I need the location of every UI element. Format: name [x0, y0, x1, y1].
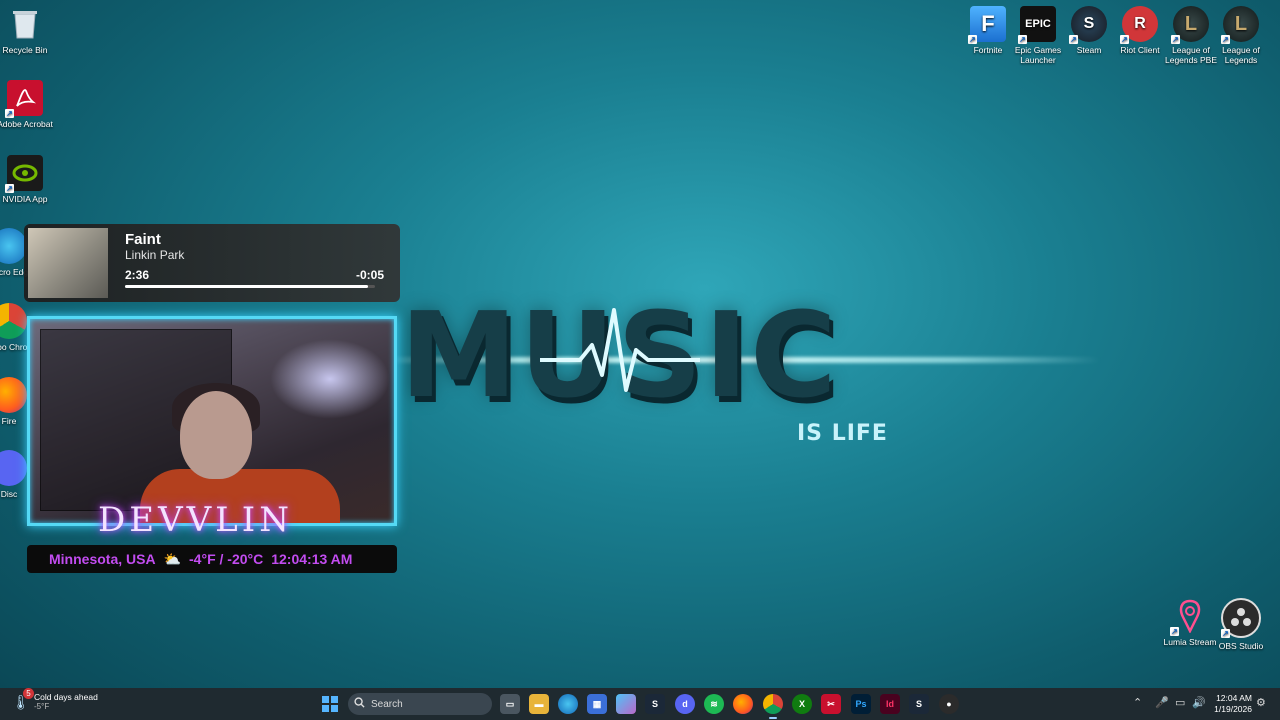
microphone-icon[interactable]: 🎤	[1155, 696, 1169, 709]
discord-icon	[0, 450, 27, 486]
shortcut-arrow-icon: ↗	[5, 109, 14, 118]
time-text: 12:04:13 AM	[271, 551, 353, 567]
firefox-icon	[0, 377, 27, 413]
temperature-text: -4°F / -20°C	[189, 551, 264, 567]
league-icon: L ↗	[1221, 6, 1259, 44]
stream-info-bar: Minnesota, USA ⛅ -4°F / -20°C 12:04:13 A…	[27, 545, 397, 573]
shortcut-arrow-icon: ↗	[1221, 629, 1230, 638]
webcam-feed	[27, 316, 397, 526]
notification-badge: 5	[23, 688, 34, 699]
streamer-name: DEVVLIN	[98, 500, 293, 540]
file-explorer-icon[interactable]: ▬	[529, 694, 549, 714]
volume-icon[interactable]: 🔊	[1192, 696, 1206, 709]
discord-taskbar-icon[interactable]: d	[675, 694, 695, 714]
taskbar: 🌡 5 Cold days ahead -5°F Search ▭ ▬ ▦ S d…	[0, 688, 1280, 720]
shortcut-arrow-icon: ↗	[5, 184, 14, 193]
clock-time: 12:04 AM	[1216, 693, 1252, 703]
search-placeholder: Search	[371, 698, 403, 710]
edge-taskbar-icon[interactable]	[558, 694, 578, 714]
desktop-icon-label: Recycle Bin	[2, 45, 48, 55]
now-playing-widget[interactable]: Faint Linkin Park 2:36 -0:05	[24, 224, 400, 302]
task-view-icon[interactable]: ▭	[500, 694, 520, 714]
epic-games-icon: EPIC ↗	[1018, 6, 1056, 44]
desktop-icon-label: Adobe Acrobat	[0, 119, 53, 129]
remaining-time: -0:05	[355, 268, 384, 282]
show-hidden-icons-chevron-icon[interactable]: ⌃	[1133, 696, 1142, 709]
wallpaper-subline: IS LIFE	[797, 421, 888, 446]
shortcut-arrow-icon: ↗	[968, 35, 977, 44]
weather-temp: -5°F	[34, 702, 50, 711]
acrobat-icon: ↗	[5, 80, 43, 118]
desktop-icon-label: Epic Games Launcher	[1014, 45, 1062, 65]
chrome-taskbar-icon[interactable]	[763, 694, 783, 719]
clock-date: 1/19/2026	[1214, 704, 1252, 714]
location-text: Minnesota, USA	[49, 551, 156, 567]
nvidia-icon: ↗	[5, 155, 43, 193]
desktop-icon-label: Fire	[1, 416, 17, 426]
track-progress-bar[interactable]	[125, 285, 375, 288]
album-art	[28, 228, 108, 298]
league-pbe-icon: L ↗	[1171, 6, 1209, 44]
desktop-icon-recycle-bin[interactable]: Recycle Bin	[0, 6, 56, 55]
store-icon[interactable]: ▦	[587, 694, 607, 714]
desktop-icon-league[interactable]: L ↗ League of Legends	[1210, 6, 1272, 65]
photoshop-icon[interactable]: Ps	[851, 694, 871, 714]
fortnite-icon: F ↗	[968, 6, 1006, 44]
steam-icon: S ↗	[1069, 6, 1107, 44]
firefox-taskbar-icon[interactable]	[733, 694, 753, 714]
spotify-icon[interactable]: ≋	[704, 694, 724, 714]
desktop-icon-adobe-acrobat[interactable]: ↗ Adobe Acrobat	[0, 80, 56, 129]
partly-cloudy-icon: ⛅	[163, 550, 182, 567]
track-progress-fill	[125, 285, 368, 288]
search-icon	[354, 697, 365, 711]
track-title: Faint	[125, 231, 161, 248]
desktop-icon-label: OBS Studio	[1218, 641, 1264, 651]
desktop-icon-label: Riot Client	[1120, 45, 1160, 55]
obs-taskbar-icon[interactable]: ●	[939, 694, 959, 714]
shortcut-arrow-icon: ↗	[1170, 627, 1179, 636]
start-button[interactable]	[322, 696, 338, 712]
desktop-icon-label: Disc	[0, 489, 18, 499]
taskbar-search-box[interactable]: Search	[348, 693, 492, 715]
desktop-icon-label: Fortnite	[973, 45, 1003, 55]
desktop-icon-nvidia-app[interactable]: ↗ NVIDIA App	[0, 155, 56, 204]
shortcut-arrow-icon: ↗	[1069, 35, 1078, 44]
weather-title: Cold days ahead	[34, 692, 98, 702]
desktop-icon-obs-studio[interactable]: ↗ OBS Studio	[1210, 598, 1272, 651]
shortcut-arrow-icon: ↗	[1018, 35, 1027, 44]
steam-taskbar-icon[interactable]: S	[645, 694, 665, 714]
obs-icon: ↗	[1221, 598, 1261, 638]
desktop-icon-label: League of Legends	[1222, 45, 1260, 65]
shortcut-arrow-icon: ↗	[1171, 35, 1180, 44]
network-icon[interactable]: ▭	[1175, 696, 1185, 709]
track-artist: Linkin Park	[125, 248, 185, 262]
heartbeat-line-icon	[540, 308, 700, 392]
xbox-icon[interactable]: X	[792, 694, 812, 714]
desktop-icon-label: Steam	[1076, 45, 1102, 55]
chrome-icon	[0, 303, 27, 339]
copilot-icon[interactable]	[616, 694, 636, 714]
shortcut-arrow-icon: ↗	[1221, 35, 1230, 44]
steam-taskbar-icon-2[interactable]: S	[909, 694, 929, 714]
edge-icon	[0, 228, 27, 264]
taskbar-clock[interactable]: 12:04 AM 1/19/2026	[1212, 693, 1252, 715]
notification-bell-icon[interactable]: ⚙	[1256, 696, 1266, 709]
desktop-icon-label: NVIDIA App	[2, 194, 48, 204]
indesign-icon[interactable]: Id	[880, 694, 900, 714]
snipping-tool-icon[interactable]: ✂	[821, 694, 841, 714]
elapsed-time: 2:36	[125, 268, 150, 282]
shortcut-arrow-icon: ↗	[1120, 35, 1129, 44]
riot-client-icon: R ↗	[1120, 6, 1158, 44]
taskbar-weather-widget[interactable]: 🌡 5 Cold days ahead -5°F	[12, 688, 98, 712]
desktop-icon-label: Goo Chro	[0, 342, 28, 352]
webcam-light-glow	[270, 339, 390, 419]
lumia-icon: ↗	[1170, 598, 1208, 636]
recycle-bin-icon	[7, 6, 43, 42]
desktop-icon-label: Lumia Stream	[1163, 637, 1217, 647]
webcam-person-head	[180, 391, 252, 479]
thermometer-icon: 🌡 5	[12, 688, 34, 710]
